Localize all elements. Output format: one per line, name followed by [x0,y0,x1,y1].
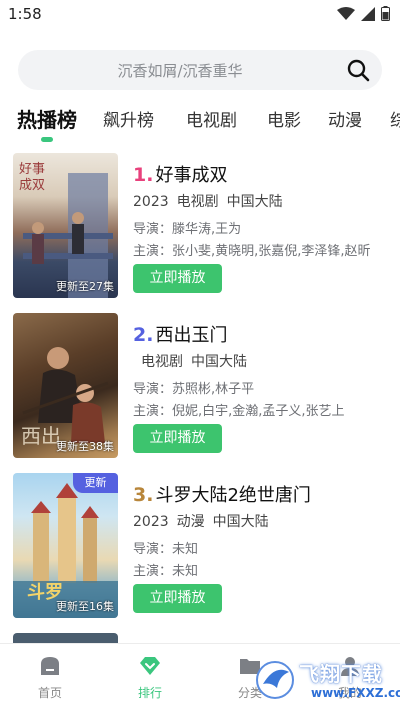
rank-number: 2. [133,324,154,346]
tab-rising[interactable]: 飙升榜 [103,106,154,131]
episode-caption: 更新至16集 [56,600,114,613]
category-tabs: 热播榜 飙升榜 电视剧 电影 动漫 综 [0,102,400,142]
title-text: 好事成双 [155,165,228,186]
cast-text: 主演：未知 [133,564,199,579]
ranking-item[interactable]: 斗罗 更新 更新至16集 3. 斗罗大陆2绝世唐门 2023 动漫 中国大陆 导演：未… [0,473,400,623]
nav-home[interactable]: 首页 [20,654,80,701]
meta-genre: 电视剧 [141,354,183,370]
poster-art: 西出 [21,347,109,448]
poster-image[interactable]: 好事 成双 更新至27集 [13,153,118,298]
rank-number: 1. [133,164,154,186]
item-title[interactable]: 2. 西出玉门 [133,321,227,347]
play-button[interactable]: 立即播放 [133,264,222,293]
tab-variety[interactable]: 综 [390,106,400,131]
search-icon[interactable] [346,58,370,82]
meta-year: 2023 [133,194,169,210]
cast-text: 主演：倪妮,白宇,金瀚,孟子义,张艺上 [133,404,345,419]
poster-image[interactable] [13,633,118,643]
poster-art: 斗罗 [13,483,118,618]
nav-ranking[interactable]: 排行 [120,654,180,701]
rank-number: 3. [133,484,154,506]
wifi-icon [337,6,355,20]
meta-region: 中国大陆 [226,194,283,210]
tab-hot[interactable]: 热播榜 [17,104,77,133]
title-text: 斗罗大陆2绝世唐门 [155,485,311,506]
tab-tv[interactable]: 电视剧 [186,106,237,131]
watermark-text: 飞翔下载 [299,662,383,686]
item-meta: 2023 动漫 中国大陆 [133,511,277,531]
home-icon [41,657,59,675]
cast-text: 主演：张小斐,黄晓明,张嘉倪,李泽锋,赵昕 [133,244,371,259]
watermark-logo [256,661,294,699]
signal-icon [361,6,375,21]
poster-image[interactable]: 西出 更新至38集 [13,313,118,458]
poster-art: 好事 成双 [19,162,113,298]
meta-genre: 电视剧 [176,194,219,210]
meta-region: 中国大陆 [191,354,247,370]
update-badge: 更新 [73,473,118,493]
status-time: 1:58 [8,5,42,23]
meta-year: 2023 [133,514,169,530]
title-text: 西出玉门 [155,325,228,346]
ranking-item[interactable]: 西出 更新至38集 2. 西出玉门 电视剧 中国大陆 导演：苏照彬,林子平 主演：倪… [0,313,400,463]
nav-label: 排行 [137,686,162,700]
director-text: 导演：苏照彬,林子平 [133,382,255,397]
status-icons [337,6,390,21]
tab-movie[interactable]: 电影 [267,106,301,131]
item-meta: 电视剧 中国大陆 [141,351,255,371]
meta-region: 中国大陆 [212,514,269,530]
svg-text:好事: 好事 [19,162,45,177]
diamond-icon [140,657,160,675]
director-text: 导演：未知 [133,542,199,557]
play-button[interactable]: 立即播放 [133,584,222,613]
search-bar[interactable]: 沉香如屑/沉香重华 [18,50,382,90]
item-title[interactable]: 3. 斗罗大陆2绝世唐门 [133,481,311,507]
episode-caption: 更新至27集 [56,280,114,293]
item-title[interactable]: 1. 好事成双 [133,161,227,187]
item-meta: 2023 电视剧 中国大陆 [133,191,291,211]
watermark-url: www.FXXZ.com [311,686,400,700]
status-bar: 1:58 [0,0,400,30]
poster-image[interactable]: 斗罗 更新 更新至16集 [13,473,118,618]
tab-indicator [41,137,53,142]
search-input[interactable]: 沉香如屑/沉香重华 [18,60,342,81]
ranking-item[interactable]: 好事 成双 更新至27集 1. 好事成双 2023 电视剧 中国大陆 导演：滕华涛,王… [0,153,400,303]
watermark: 飞翔下载 www.FXXZ.com [253,656,400,711]
meta-genre: 动漫 [176,514,205,530]
episode-caption: 更新至38集 [56,440,114,453]
nav-label: 首页 [37,686,62,700]
play-button[interactable]: 立即播放 [133,424,222,453]
battery-icon [381,6,390,21]
tab-anime[interactable]: 动漫 [328,106,362,131]
svg-text:成双: 成双 [19,178,45,193]
director-text: 导演：滕华涛,王为 [133,222,242,237]
svg-text:西出: 西出 [21,424,61,448]
